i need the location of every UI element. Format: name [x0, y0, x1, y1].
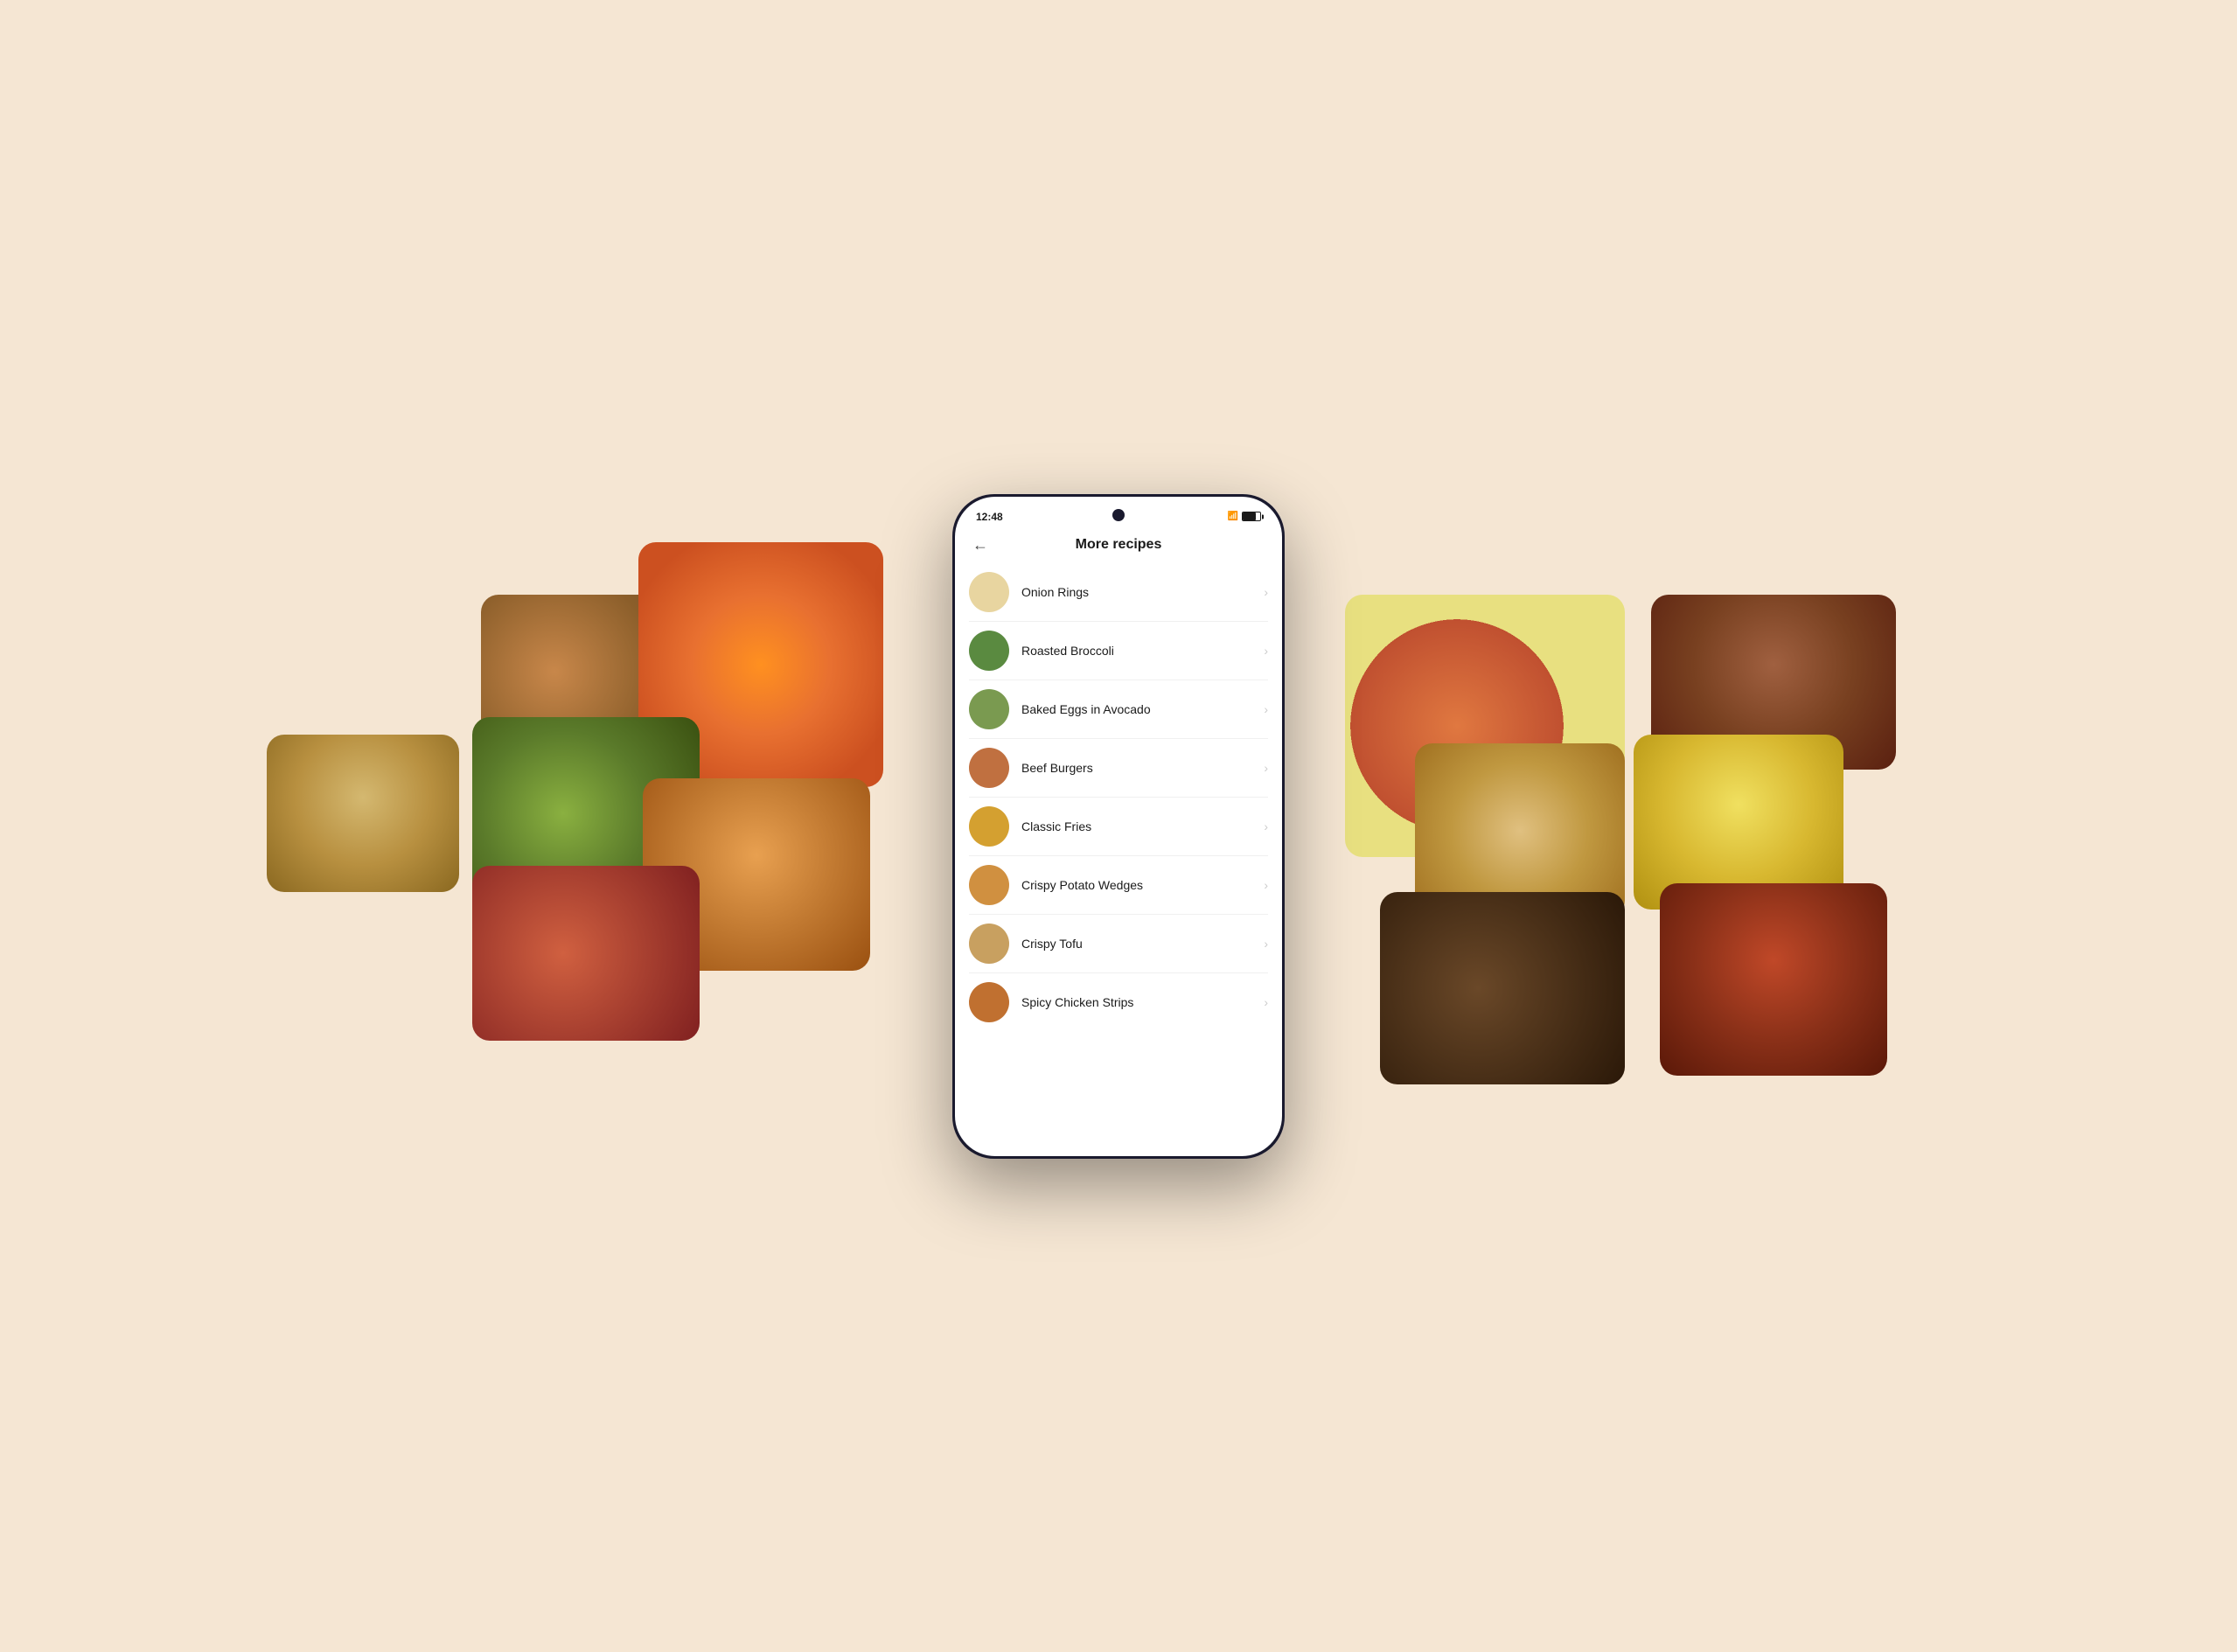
phone-camera: [1112, 509, 1125, 521]
phone-screen: 12:48 📶 ← More recipes Onion Rings›Roast…: [955, 497, 1282, 1156]
recipe-item-classic-fries[interactable]: Classic Fries ›: [969, 798, 1268, 856]
recipe-item-crispy-tofu[interactable]: Crispy Tofu ›: [969, 915, 1268, 973]
recipe-list: Onion Rings›Roasted Broccoli›Baked Eggs …: [955, 563, 1282, 1031]
bg-cheesecake-image: [267, 735, 459, 892]
recipe-name-classic-fries: Classic Fries: [1021, 819, 1257, 833]
recipe-chevron-crispy-potato-wedges: ›: [1264, 878, 1268, 892]
app-header: ← More recipes: [955, 530, 1282, 563]
recipe-chevron-crispy-tofu: ›: [1264, 937, 1268, 951]
recipe-thumb-classic-fries: [969, 806, 1009, 847]
recipe-item-crispy-potato-wedges[interactable]: Crispy Potato Wedges ›: [969, 856, 1268, 915]
recipe-name-crispy-potato-wedges: Crispy Potato Wedges: [1021, 878, 1257, 892]
recipe-thumb-beef-burgers: [969, 748, 1009, 788]
back-button[interactable]: ←: [972, 537, 988, 553]
status-time: 12:48: [976, 511, 1003, 523]
bg-stirfry-image: [1660, 883, 1887, 1076]
wifi-icon: 📶: [1228, 512, 1238, 521]
recipe-item-spicy-chicken-strips[interactable]: Spicy Chicken Strips ›: [969, 973, 1268, 1031]
recipe-thumb-baked-eggs: [969, 689, 1009, 729]
recipe-thumb-onion-rings: [969, 572, 1009, 612]
header-title: More recipes: [1076, 537, 1162, 553]
recipe-item-onion-rings[interactable]: Onion Rings ›: [969, 563, 1268, 622]
bg-bruschetta-image: [472, 866, 700, 1041]
phone-frame: 12:48 📶 ← More recipes Onion Rings›Roast…: [952, 494, 1285, 1159]
recipe-name-onion-rings: Onion Rings: [1021, 585, 1257, 599]
recipe-item-baked-eggs[interactable]: Baked Eggs in Avocado ›: [969, 680, 1268, 739]
recipe-item-roasted-broccoli[interactable]: Roasted Broccoli ›: [969, 622, 1268, 680]
recipe-name-baked-eggs: Baked Eggs in Avocado: [1021, 702, 1257, 716]
bg-fried-food-image: [643, 778, 870, 971]
recipe-chevron-roasted-broccoli: ›: [1264, 644, 1268, 658]
bg-fries-image: [1634, 735, 1843, 910]
recipe-thumb-crispy-potato-wedges: [969, 865, 1009, 905]
bg-steak-image: [1651, 595, 1896, 770]
status-icons: 📶: [1228, 512, 1261, 521]
recipe-name-spicy-chicken-strips: Spicy Chicken Strips: [1021, 995, 1257, 1009]
recipe-chevron-spicy-chicken-strips: ›: [1264, 995, 1268, 1009]
recipe-chevron-onion-rings: ›: [1264, 585, 1268, 599]
recipe-name-beef-burgers: Beef Burgers: [1021, 761, 1257, 775]
recipe-chevron-baked-eggs: ›: [1264, 702, 1268, 716]
bg-avocado-image: [472, 717, 700, 910]
battery-fill: [1243, 512, 1256, 520]
recipe-name-crispy-tofu: Crispy Tofu: [1021, 937, 1257, 951]
bg-oranges-image: [638, 542, 883, 787]
recipe-thumb-roasted-broccoli: [969, 631, 1009, 671]
battery-icon: [1242, 512, 1261, 521]
bg-cookies-image: [1415, 743, 1625, 918]
recipe-name-roasted-broccoli: Roasted Broccoli: [1021, 644, 1257, 658]
phone-mockup: 12:48 📶 ← More recipes Onion Rings›Roast…: [952, 494, 1285, 1159]
bg-dessert-image: [1380, 892, 1625, 1084]
recipe-thumb-crispy-tofu: [969, 924, 1009, 964]
recipe-chevron-beef-burgers: ›: [1264, 761, 1268, 775]
recipe-chevron-classic-fries: ›: [1264, 819, 1268, 833]
recipe-item-beef-burgers[interactable]: Beef Burgers ›: [969, 739, 1268, 798]
bg-salmon-image: [1345, 595, 1625, 857]
recipe-thumb-spicy-chicken-strips: [969, 982, 1009, 1022]
bg-tarts-image: [481, 595, 726, 787]
